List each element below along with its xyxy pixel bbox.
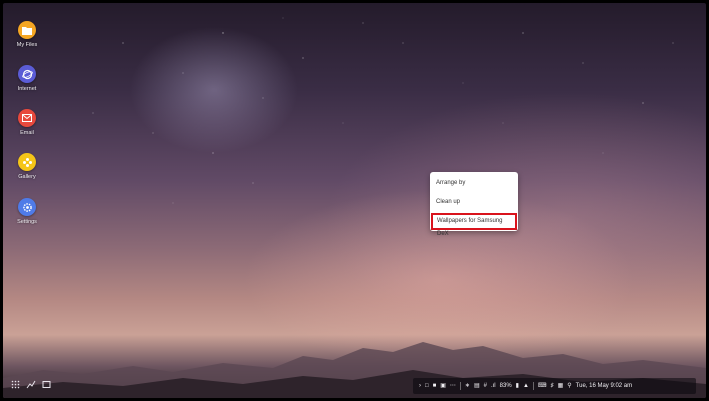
message-icon[interactable]: □ <box>425 381 429 391</box>
desktop-icon-email[interactable]: Email <box>9 109 45 136</box>
desktop-icon-gallery[interactable]: Gallery <box>9 153 45 180</box>
expand-up-icon[interactable]: ▲ <box>523 381 529 391</box>
desktop-icon-label: Gallery <box>18 174 36 180</box>
system-tray: › □ ■ ▣ ⋯ ∗ ▤ # .ıl 83% ▮ ▲ ⌨ ♯ ▦ ⚲ Tue,… <box>413 378 696 394</box>
volume-icon[interactable]: ♯ <box>551 381 554 391</box>
lock-icon[interactable]: ■ <box>433 381 437 391</box>
menu-item-wallpapers-for-samsung-dex[interactable]: Wallpapers for Samsung DeX <box>431 213 517 237</box>
battery-icon: ▮ <box>515 383 519 389</box>
gear-icon <box>18 198 36 216</box>
menu-item-clean-up[interactable]: Clean up <box>430 194 518 211</box>
more-icon[interactable]: ⋯ <box>450 381 456 391</box>
window-icon[interactable] <box>42 380 51 392</box>
flower-icon <box>18 153 36 171</box>
nfc-icon[interactable]: ▤ <box>474 381 480 391</box>
desktop-icon-label: Settings <box>17 219 37 225</box>
search-icon[interactable]: ⚲ <box>567 381 571 391</box>
battery-percentage: 83% <box>499 383 512 389</box>
desktop-icon-internet[interactable]: Internet <box>9 65 45 92</box>
desktop-icon-label: Internet <box>17 86 37 92</box>
menu-item-arrange-by[interactable]: Arrange by <box>430 175 518 192</box>
desktop-context-menu: Arrange by Clean up Wallpapers for Samsu… <box>430 172 518 237</box>
desktop-icon-label: Email <box>20 130 34 136</box>
tray-divider <box>459 382 461 390</box>
network-icon[interactable]: # <box>484 381 487 391</box>
bluetooth-icon[interactable]: ∗ <box>465 381 470 391</box>
notification-icon[interactable]: ▣ <box>440 381 446 391</box>
desktop-icon-label: My Files <box>16 42 38 48</box>
pen-icon[interactable] <box>26 380 36 392</box>
folder-icon <box>18 21 36 39</box>
datetime-label[interactable]: Tue, 16 May 9:02 am <box>576 381 632 391</box>
screenshot-icon[interactable]: ▦ <box>558 381 564 391</box>
desktop-screen[interactable]: My Files Internet Email Gallery Settings… <box>3 3 706 398</box>
desktop-icon-settings[interactable]: Settings <box>9 198 45 225</box>
apps-grid-icon[interactable] <box>11 380 20 392</box>
keyboard-icon[interactable]: ⌨ <box>538 381 547 391</box>
envelope-icon <box>18 109 36 127</box>
taskbar-left <box>11 379 51 392</box>
tray-divider <box>532 382 534 390</box>
globe-icon <box>18 65 36 83</box>
desktop-icon-my-files[interactable]: My Files <box>9 21 45 48</box>
chevron-right-icon[interactable]: › <box>419 381 421 391</box>
signal-icon[interactable]: .ıl <box>491 381 496 391</box>
